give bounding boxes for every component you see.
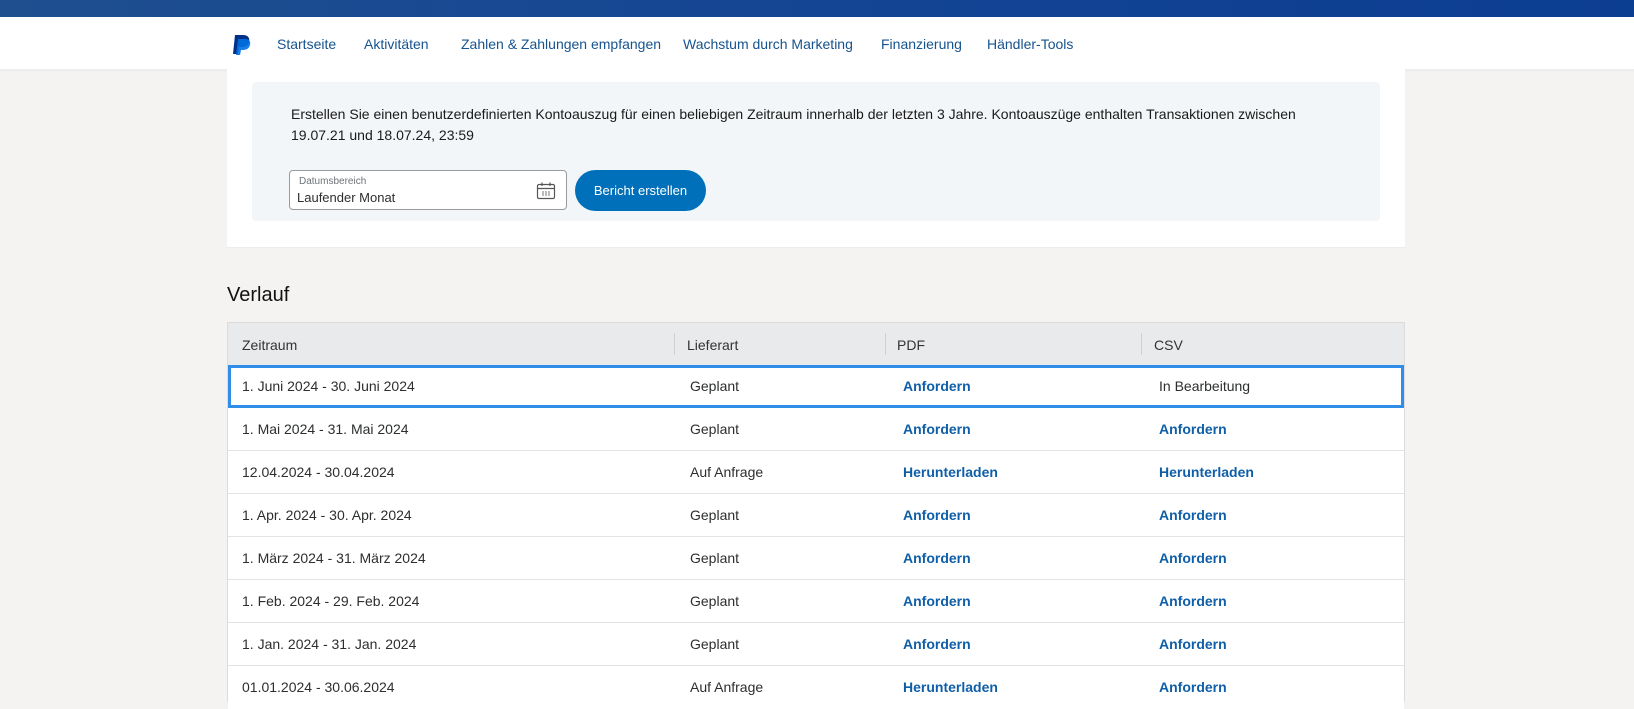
table-row: 01.01.2024 - 30.06.2024 Auf Anfrage Heru… bbox=[228, 666, 1404, 709]
nav-item-zahlen[interactable]: Zahlen & Zahlungen empfangen bbox=[461, 36, 661, 52]
row-delivery: Geplant bbox=[690, 636, 740, 652]
row-delivery: Geplant bbox=[690, 593, 740, 609]
pdf-request-link[interactable]: Anfordern bbox=[903, 636, 971, 652]
pdf-download-link[interactable]: Herunterladen bbox=[903, 679, 998, 695]
column-divider bbox=[1141, 333, 1142, 355]
pdf-request-link[interactable]: Anfordern bbox=[903, 550, 971, 566]
row-delivery: Auf Anfrage bbox=[690, 464, 764, 480]
history-title: Verlauf bbox=[227, 284, 290, 306]
calendar-icon[interactable] bbox=[536, 181, 556, 201]
table-row: 12.04.2024 - 30.04.2024 Auf Anfrage Heru… bbox=[228, 451, 1404, 494]
row-delivery: Geplant bbox=[690, 421, 740, 437]
row-period: 1. Mai 2024 - 31. Mai 2024 bbox=[242, 421, 409, 437]
table-row: 1. Jan. 2024 - 31. Jan. 2024 Geplant Anf… bbox=[228, 623, 1404, 666]
row-delivery: Geplant bbox=[690, 507, 740, 523]
statement-panel: Erstellen Sie einen benutzerdefinierten … bbox=[252, 82, 1380, 221]
statement-description: Erstellen Sie einen benutzerdefinierten … bbox=[291, 106, 1296, 143]
csv-request-link[interactable]: Anfordern bbox=[1159, 550, 1227, 566]
nav-item-startseite[interactable]: Startseite bbox=[277, 36, 336, 52]
nav-item-aktivitaeten[interactable]: Aktivitäten bbox=[364, 36, 429, 52]
table-row: 1. März 2024 - 31. März 2024 Geplant Anf… bbox=[228, 537, 1404, 580]
history-table: Zeitraum Lieferart PDF CSV 1. Juni 2024 … bbox=[227, 322, 1405, 709]
main-navigation: Startseite Aktivitäten Zahlen & Zahlunge… bbox=[0, 17, 1634, 70]
pdf-request-link[interactable]: Anfordern bbox=[903, 378, 971, 394]
pdf-request-link[interactable]: Anfordern bbox=[903, 593, 971, 609]
pdf-download-link[interactable]: Herunterladen bbox=[903, 464, 998, 480]
column-header-pdf: PDF bbox=[897, 337, 925, 353]
row-period: 1. Juni 2024 - 30. Juni 2024 bbox=[242, 378, 415, 394]
paypal-logo-icon[interactable] bbox=[230, 34, 254, 56]
row-period: 12.04.2024 - 30.04.2024 bbox=[242, 464, 395, 480]
csv-request-link[interactable]: Anfordern bbox=[1159, 421, 1227, 437]
date-range-value: Laufender Monat bbox=[297, 190, 396, 205]
nav-item-haendler-tools[interactable]: Händler-Tools bbox=[987, 36, 1073, 52]
column-header-csv: CSV bbox=[1154, 337, 1183, 353]
row-delivery: Auf Anfrage bbox=[690, 679, 764, 695]
row-delivery: Geplant bbox=[690, 378, 740, 394]
row-period: 1. Jan. 2024 - 31. Jan. 2024 bbox=[242, 636, 417, 652]
row-period: 1. März 2024 - 31. März 2024 bbox=[242, 550, 426, 566]
row-period: 1. Apr. 2024 - 30. Apr. 2024 bbox=[242, 507, 412, 523]
csv-download-link[interactable]: Herunterladen bbox=[1159, 464, 1254, 480]
row-period: 1. Feb. 2024 - 29. Feb. 2024 bbox=[242, 593, 420, 609]
top-brand-bar bbox=[0, 0, 1634, 17]
csv-request-link[interactable]: Anfordern bbox=[1159, 679, 1227, 695]
table-row: 1. Feb. 2024 - 29. Feb. 2024 Geplant Anf… bbox=[228, 580, 1404, 623]
column-divider bbox=[885, 333, 886, 355]
table-row: 1. Apr. 2024 - 30. Apr. 2024 Geplant Anf… bbox=[228, 494, 1404, 537]
column-divider bbox=[674, 333, 675, 355]
csv-request-link[interactable]: Anfordern bbox=[1159, 636, 1227, 652]
column-header-lieferart: Lieferart bbox=[687, 337, 739, 353]
pdf-request-link[interactable]: Anfordern bbox=[903, 421, 971, 437]
date-range-label: Datumsbereich bbox=[299, 176, 367, 187]
row-period: 01.01.2024 - 30.06.2024 bbox=[242, 679, 395, 695]
column-header-zeitraum: Zeitraum bbox=[242, 337, 298, 353]
create-report-button[interactable]: Bericht erstellen bbox=[575, 170, 706, 211]
date-range-field[interactable]: Datumsbereich Laufender Monat bbox=[289, 170, 567, 210]
pdf-request-link[interactable]: Anfordern bbox=[903, 507, 971, 523]
row-delivery: Geplant bbox=[690, 550, 740, 566]
csv-status: In Bearbeitung bbox=[1159, 378, 1251, 394]
nav-item-marketing[interactable]: Wachstum durch Marketing bbox=[683, 36, 853, 52]
table-header: Zeitraum Lieferart PDF CSV bbox=[228, 323, 1404, 366]
csv-request-link[interactable]: Anfordern bbox=[1159, 507, 1227, 523]
nav-item-finanzierung[interactable]: Finanzierung bbox=[881, 36, 962, 52]
csv-request-link[interactable]: Anfordern bbox=[1159, 593, 1227, 609]
table-row-selected[interactable]: 1. Juni 2024 - 30. Juni 2024 Geplant Anf… bbox=[228, 365, 1404, 408]
table-row: 1. Mai 2024 - 31. Mai 2024 Geplant Anfor… bbox=[228, 408, 1404, 451]
statement-card: Erstellen Sie einen benutzerdefinierten … bbox=[227, 69, 1405, 248]
